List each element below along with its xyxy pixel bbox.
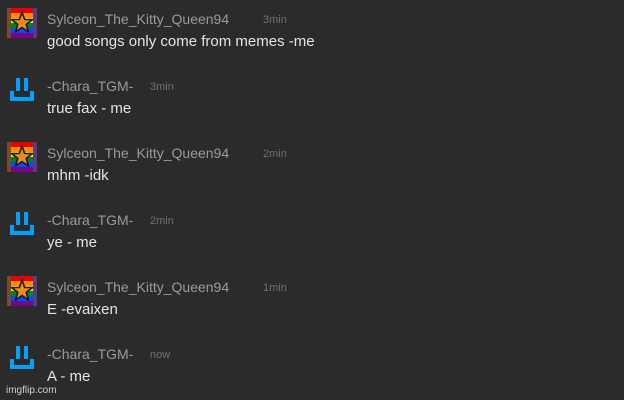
message-text: E -evaixen xyxy=(47,301,118,318)
rainbow-star-icon xyxy=(7,276,37,306)
message-timestamp: 3min xyxy=(150,81,174,93)
chat-feed: Sylceon_The_Kitty_Queen94 3min good song… xyxy=(0,0,624,400)
rainbow-star-avatar[interactable] xyxy=(7,142,37,172)
blue-face-icon xyxy=(10,346,34,369)
message-text: mhm -idk xyxy=(47,167,109,184)
rainbow-star-avatar[interactable] xyxy=(7,8,37,38)
message-timestamp: 2min xyxy=(263,148,287,160)
message-username[interactable]: -Chara_TGM- xyxy=(47,78,133,94)
message-timestamp: 2min xyxy=(150,215,174,227)
chat-message: -Chara_TGM- 3min true fax - me xyxy=(0,67,624,127)
blue-face-avatar[interactable] xyxy=(7,209,37,239)
message-username[interactable]: -Chara_TGM- xyxy=(47,212,133,228)
message-timestamp: 1min xyxy=(263,282,287,294)
blue-face-avatar[interactable] xyxy=(7,343,37,373)
blue-face-avatar[interactable] xyxy=(7,75,37,105)
message-timestamp: now xyxy=(150,349,171,361)
rainbow-star-icon xyxy=(7,142,37,172)
rainbow-star-avatar[interactable] xyxy=(7,276,37,306)
message-username[interactable]: Sylceon_The_Kitty_Queen94 xyxy=(47,11,229,27)
rainbow-star-icon xyxy=(7,8,37,38)
message-text: true fax - me xyxy=(47,100,132,117)
message-text: ye - me xyxy=(47,234,98,251)
chat-message: -Chara_TGM- 2min ye - me xyxy=(0,201,624,261)
chat-message: -Chara_TGM- now A - me xyxy=(0,335,624,395)
chat-message: Sylceon_The_Kitty_Queen94 3min good song… xyxy=(0,0,624,60)
blue-face-icon xyxy=(10,78,34,101)
message-username[interactable]: Sylceon_The_Kitty_Queen94 xyxy=(47,145,229,161)
message-text: A - me xyxy=(47,368,91,385)
blue-face-icon xyxy=(10,212,34,235)
message-text: good songs only come from memes -me xyxy=(47,33,315,50)
chat-message: Sylceon_The_Kitty_Queen94 1min E -evaixe… xyxy=(0,268,624,328)
message-username[interactable]: -Chara_TGM- xyxy=(47,346,133,362)
chat-message: Sylceon_The_Kitty_Queen94 2min mhm -idk xyxy=(0,134,624,194)
message-timestamp: 3min xyxy=(263,14,287,26)
imgflip-watermark: imgflip.com xyxy=(6,385,57,396)
message-username[interactable]: Sylceon_The_Kitty_Queen94 xyxy=(47,279,229,295)
